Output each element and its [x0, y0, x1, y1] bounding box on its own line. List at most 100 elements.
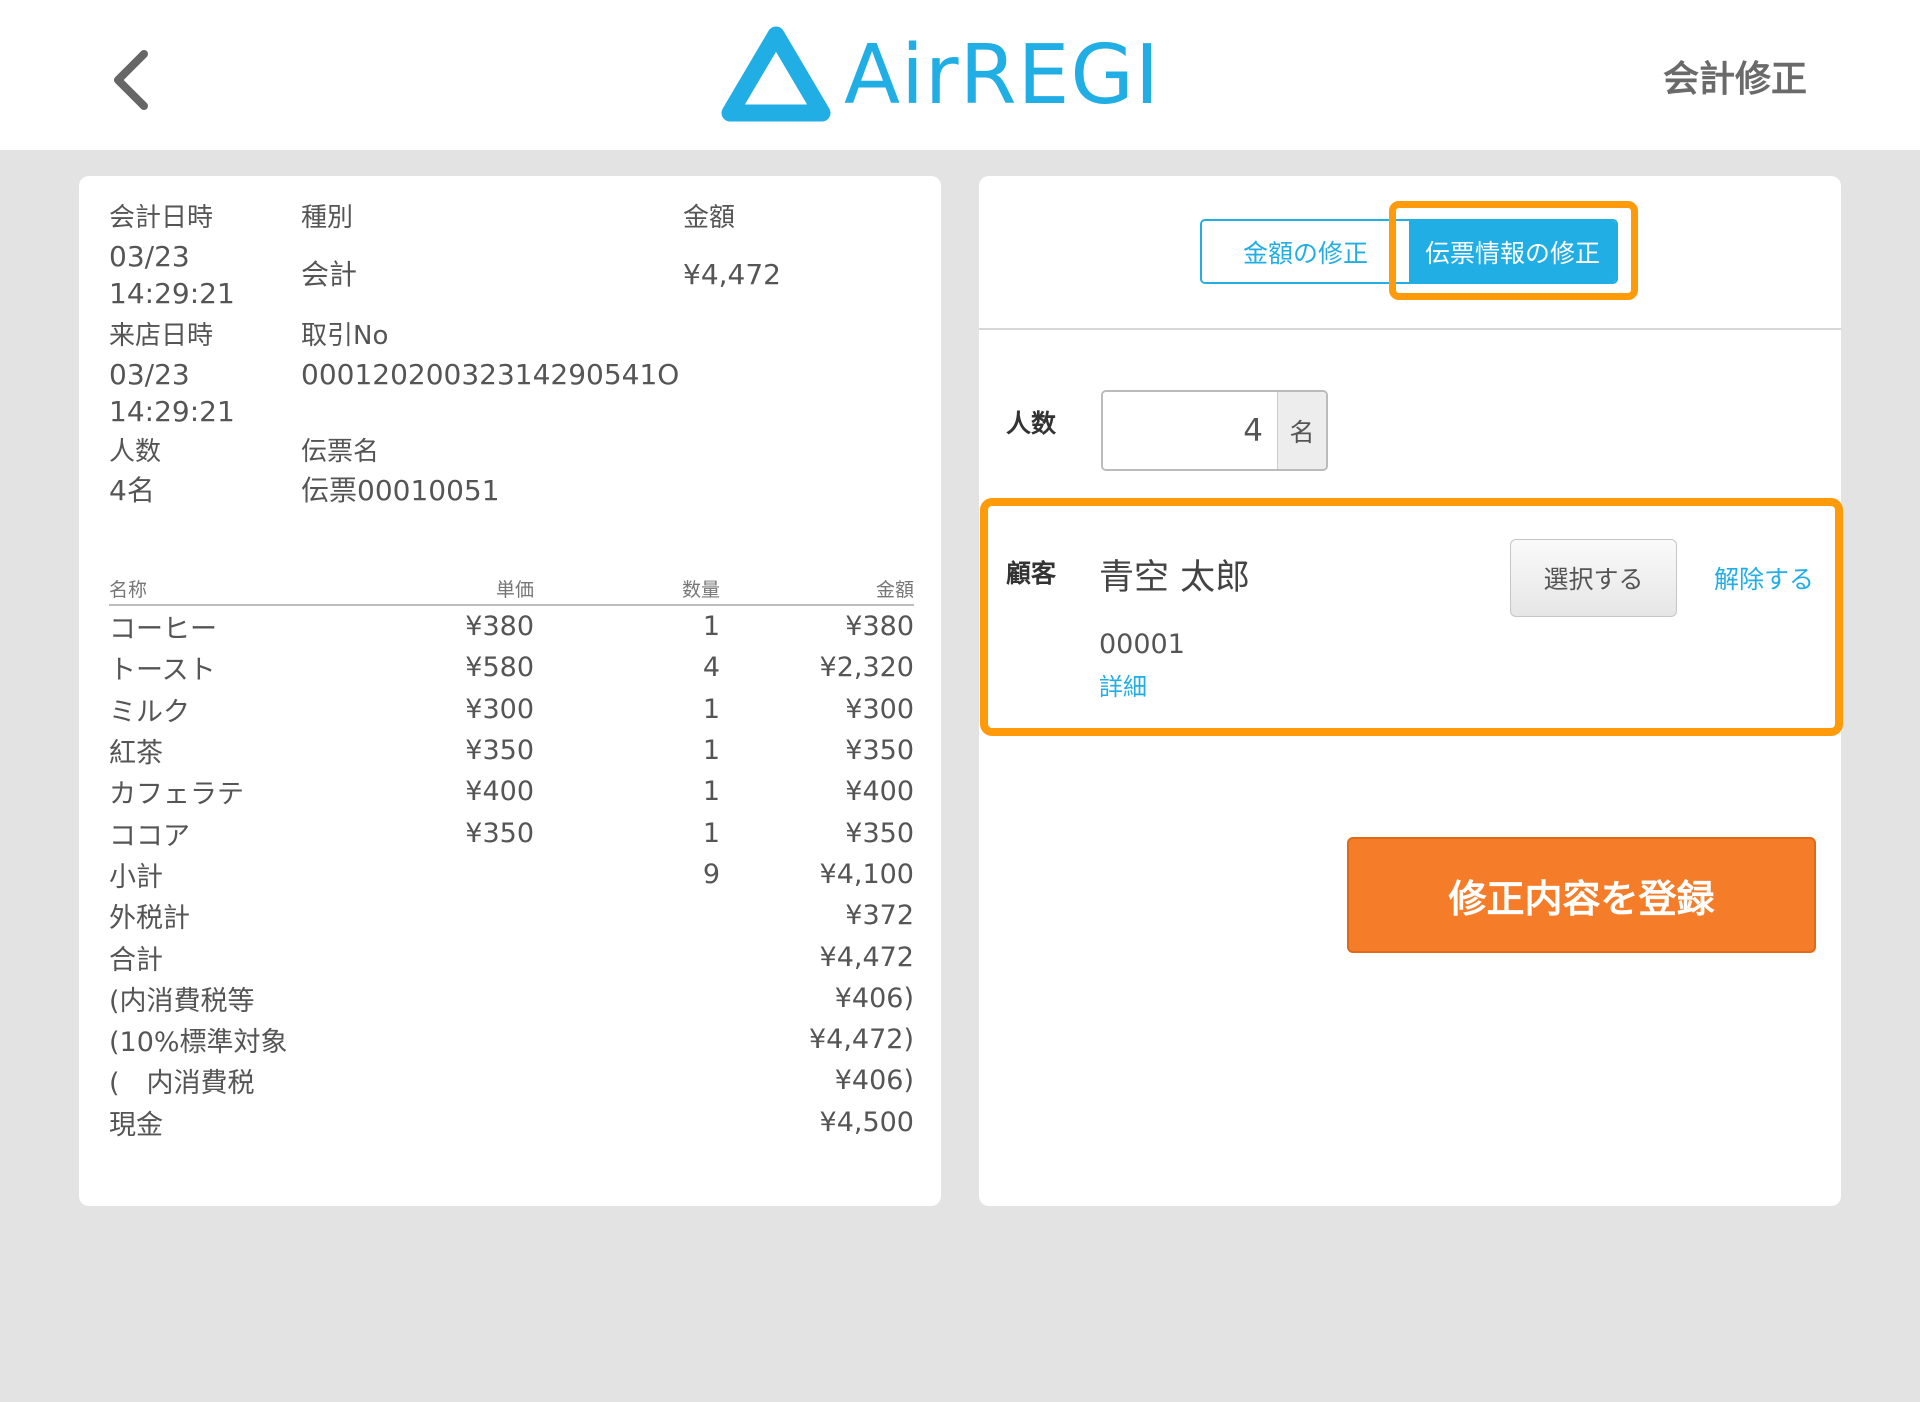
- guests-value: 4名: [109, 474, 155, 507]
- cell-amount: ¥2,320: [819, 652, 914, 684]
- submit-changes-button[interactable]: 修正内容を登録: [1347, 837, 1816, 953]
- cell-amount: ¥350: [845, 735, 914, 767]
- visit-datetime-label: 来店日時: [109, 321, 214, 351]
- amount-value: ¥4,472: [683, 258, 781, 291]
- receipt-panel: 会計日時 種別 金額 03/23 14:29:21 会計 ¥4,472 来店日時…: [79, 176, 941, 1206]
- table-row: コーヒー ¥380 1 ¥380: [109, 606, 914, 647]
- slip-name-value: 伝票00010051: [301, 474, 500, 507]
- type-label: 種別: [301, 203, 354, 233]
- cell-qty: 4: [702, 652, 720, 684]
- table-row: ミルク ¥300 1 ¥300: [109, 689, 914, 730]
- visit-time: 14:29:21: [109, 395, 235, 428]
- cell-name: ココア: [109, 820, 190, 852]
- cell-amount: ¥300: [845, 693, 914, 725]
- cell-amount: ¥406): [834, 982, 914, 1014]
- select-customer-button[interactable]: 選択する: [1510, 539, 1677, 617]
- items-table: 名称 単価 数量 金額 コーヒー ¥380 1 ¥380 トースト ¥580 4 ¥2,320…: [109, 574, 914, 1143]
- cell-qty: 1: [702, 776, 720, 808]
- table-row: ( 内消費税 ¥406): [109, 1060, 914, 1101]
- customer-field-label: 顧客: [1006, 559, 1057, 588]
- header-amount: 金額: [875, 579, 914, 601]
- cell-qty: 1: [702, 693, 720, 725]
- cell-name: (10%標準対象: [109, 1027, 288, 1059]
- cell-amount: ¥4,472: [819, 941, 914, 973]
- guests-label: 人数: [109, 437, 162, 467]
- cell-qty: 1: [702, 611, 720, 643]
- transaction-no-value: 00012020032314290541O: [301, 358, 680, 391]
- transaction-no-label: 取引No: [301, 321, 389, 351]
- release-customer-link[interactable]: 解除する: [1714, 560, 1814, 596]
- tab-amount-edit[interactable]: 金額の修正: [1202, 221, 1409, 282]
- cell-name: カフェラテ: [109, 779, 244, 811]
- logo-triangle-icon: [721, 26, 831, 122]
- cell-amount: ¥350: [845, 817, 914, 849]
- cell-amount: ¥380: [845, 611, 914, 643]
- table-row: 合計 ¥4,472: [109, 936, 914, 977]
- header-qty: 数量: [681, 579, 720, 601]
- cell-name: 現金: [109, 1109, 163, 1141]
- slip-name-label: 伝票名: [301, 437, 380, 467]
- cell-price: ¥380: [465, 611, 534, 643]
- cell-name: 小計: [109, 861, 163, 893]
- header-price: 単価: [495, 579, 534, 601]
- visit-date: 03/23: [109, 358, 190, 391]
- table-row: 現金 ¥4,500: [109, 1102, 914, 1143]
- checkout-date: 03/23: [109, 240, 190, 273]
- airregi-logo: AirREGI: [720, 24, 1160, 128]
- cell-amount: ¥406): [834, 1065, 914, 1097]
- edit-mode-tabs: 金額の修正 伝票情報の修正: [1200, 219, 1618, 284]
- items-table-body: コーヒー ¥380 1 ¥380 トースト ¥580 4 ¥2,320 ミルク ¥300 1 ¥300…: [109, 606, 914, 1143]
- cell-price: ¥400: [465, 776, 534, 808]
- logo-text: AirREGI: [844, 28, 1161, 123]
- customer-id: 00001: [1099, 629, 1185, 660]
- cell-name: トースト: [109, 655, 216, 687]
- header-name: 名称: [109, 579, 148, 601]
- table-row: 紅茶 ¥350 1 ¥350: [109, 730, 914, 771]
- cell-name: (内消費税等: [109, 985, 255, 1017]
- table-row: トースト ¥580 4 ¥2,320: [109, 647, 914, 688]
- cell-amount: ¥400: [845, 776, 914, 808]
- table-row: 小計 9 ¥4,100: [109, 854, 914, 895]
- cell-amount: ¥4,500: [819, 1106, 914, 1138]
- screen-title: 会計修正: [1662, 59, 1807, 100]
- cell-price: ¥350: [465, 817, 534, 849]
- tab-slip-info-edit[interactable]: 伝票情報の修正: [1409, 221, 1616, 282]
- customer-name: 青空 太郎: [1099, 558, 1251, 598]
- guests-field: 名: [1101, 390, 1328, 471]
- cell-amount: ¥4,472): [808, 1024, 914, 1056]
- table-row: (10%標準対象 ¥4,472): [109, 1019, 914, 1060]
- back-button[interactable]: [100, 40, 160, 120]
- cell-price: ¥580: [465, 652, 534, 684]
- app-header: AirREGI 会計修正: [0, 0, 1920, 150]
- cell-name: 合計: [109, 944, 163, 976]
- type-value: 会計: [301, 258, 358, 291]
- customer-detail-link[interactable]: 詳細: [1099, 667, 1147, 702]
- guests-input[interactable]: [1103, 392, 1277, 469]
- cell-qty: 1: [702, 817, 720, 849]
- cell-name: ( 内消費税: [109, 1068, 255, 1100]
- table-row: ココア ¥350 1 ¥350: [109, 812, 914, 853]
- items-table-header: 名称 単価 数量 金額: [109, 574, 914, 606]
- cell-price: ¥350: [465, 735, 534, 767]
- checkout-time: 14:29:21: [109, 277, 235, 310]
- table-row: カフェラテ ¥400 1 ¥400: [109, 771, 914, 812]
- amount-label: 金額: [683, 203, 736, 233]
- chevron-left-icon: [114, 50, 148, 110]
- cell-amount: ¥372: [845, 900, 914, 932]
- edit-panel: 金額の修正 伝票情報の修正 人数 名 顧客 青空 太郎 選択する 解除する 00…: [979, 176, 1843, 1206]
- cell-qty: 9: [702, 858, 720, 890]
- cell-name: コーヒー: [109, 614, 217, 646]
- guests-unit: 名: [1277, 392, 1326, 469]
- cell-name: 紅茶: [109, 738, 163, 770]
- receipt-info: 会計日時 種別 金額 03/23 14:29:21 会計 ¥4,472 来店日時…: [109, 200, 909, 509]
- divider: [979, 328, 1841, 330]
- checkout-datetime-label: 会計日時: [109, 203, 214, 233]
- guests-field-label: 人数: [1006, 409, 1057, 438]
- cell-name: 外税計: [109, 903, 190, 935]
- table-row: 外税計 ¥372: [109, 895, 914, 936]
- cell-name: ミルク: [109, 696, 190, 728]
- cell-amount: ¥4,100: [819, 858, 914, 890]
- cell-qty: 1: [702, 735, 720, 767]
- cell-price: ¥300: [465, 693, 534, 725]
- table-row: (内消費税等 ¥406): [109, 978, 914, 1019]
